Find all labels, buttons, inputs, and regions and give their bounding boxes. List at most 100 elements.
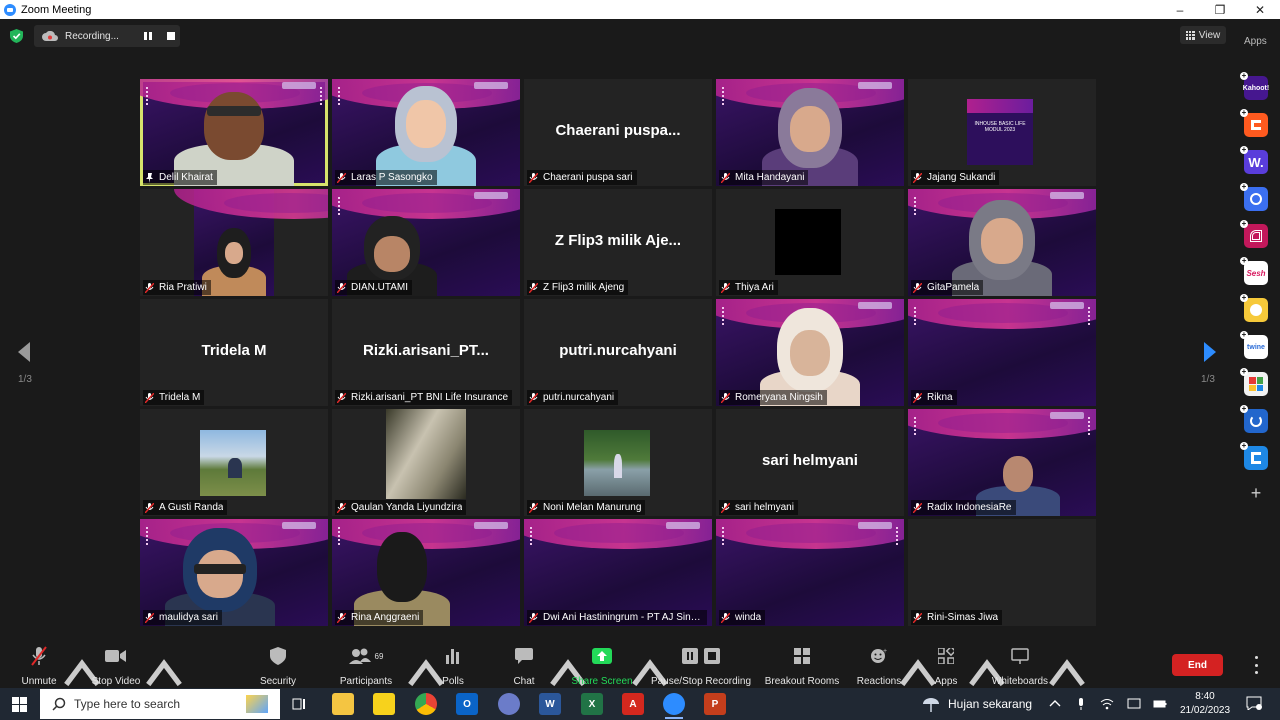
twine-icon[interactable]: + twine — [1240, 331, 1268, 359]
polls-button[interactable]: Polls — [436, 646, 470, 688]
powerpoint-icon[interactable]: P — [704, 693, 726, 715]
apps-button[interactable]: Apps — [930, 646, 962, 688]
minimize-button[interactable]: – — [1160, 0, 1200, 19]
zoom-taskbar-icon[interactable] — [663, 693, 685, 719]
kahoot-icon[interactable]: + Kahoot! — [1240, 72, 1269, 100]
next-page-arrow-icon[interactable] — [1202, 340, 1218, 364]
video-tile[interactable]: Laras P Sasongko — [332, 79, 520, 186]
video-tile[interactable]: Tridela M Tridela M — [140, 299, 328, 406]
video-tile[interactable]: DIAN.UTAMI — [332, 189, 520, 296]
task-view-icon[interactable] — [290, 693, 308, 715]
pause-stop-recording-button[interactable]: Pause/Stop Recording — [650, 646, 752, 688]
title-bar: Zoom Meeting – ❐ ✕ — [0, 0, 1280, 19]
end-meeting-button[interactable]: End — [1172, 654, 1223, 676]
file-explorer-icon[interactable] — [332, 693, 354, 715]
muted-mic-icon — [337, 172, 346, 183]
video-tile[interactable]: Rikna — [908, 299, 1096, 406]
view-label: View — [1198, 29, 1221, 41]
participants-button[interactable]: 69 Participants — [336, 646, 396, 688]
video-tile[interactable]: Radix IndonesiaRe — [908, 409, 1096, 516]
smile-app-icon[interactable]: + — [1240, 294, 1268, 322]
video-tile[interactable]: GitaPamela — [908, 189, 1096, 296]
sticky-notes-icon[interactable] — [373, 693, 395, 715]
smiley-icon: + — [871, 648, 887, 663]
system-clock[interactable]: 8:40 21/02/2023 — [1180, 690, 1230, 718]
sync-app-icon[interactable]: + — [1240, 405, 1268, 433]
share-screen-icon — [592, 648, 612, 664]
video-tile[interactable]: Rini-Simas Jiwa — [908, 519, 1096, 626]
pause-recording-button[interactable] — [144, 32, 152, 40]
security-shield-icon[interactable] — [10, 29, 23, 43]
zoom-window: Zoom Meeting – ❐ ✕ Recording... View App… — [0, 0, 1280, 720]
sesh-icon[interactable]: + Sesh — [1240, 257, 1268, 285]
stop-recording-button[interactable] — [167, 32, 175, 40]
video-tile[interactable]: Qaulan Yanda Liyundzira — [332, 409, 520, 516]
video-tile[interactable]: Ria Pratiwi — [140, 189, 328, 296]
zoom-logo-icon — [4, 3, 16, 16]
muted-mic-icon — [721, 392, 730, 403]
outlook-icon[interactable]: O — [456, 693, 478, 715]
unmute-button[interactable]: Unmute — [14, 646, 64, 688]
muted-mic-icon — [31, 646, 47, 666]
video-tile[interactable]: sari helmyani sari helmyani — [716, 409, 904, 516]
previous-page-arrow-icon[interactable] — [16, 340, 32, 364]
video-tile[interactable]: putri.nurcahyani putri.nurcahyani — [524, 299, 712, 406]
weather-widget[interactable]: Hujan sekarang — [922, 695, 1032, 713]
reactions-button[interactable]: + Reactions — [856, 646, 902, 688]
video-tile[interactable]: winda — [716, 519, 904, 626]
video-tile[interactable]: Romeryana Ningsih — [716, 299, 904, 406]
video-tile[interactable]: Rizki.arisani_PT... Rizki.arisani_PT BNI… — [332, 299, 520, 406]
add-app-icon[interactable]: + — [1244, 483, 1268, 504]
close-button[interactable]: ✕ — [1240, 0, 1280, 19]
battery-icon[interactable] — [1153, 697, 1167, 711]
participant-name-tag: Rina Anggraeni — [335, 610, 424, 625]
blue-circle-app-icon[interactable]: + — [1240, 183, 1268, 211]
view-button[interactable]: View — [1180, 26, 1226, 44]
excel-icon[interactable]: X — [581, 693, 603, 715]
pink-app-icon[interactable]: + — [1240, 220, 1268, 248]
blue-app-icon[interactable]: + — [1240, 442, 1268, 470]
video-tile[interactable]: Delil Khairat — [140, 79, 328, 186]
profile-photo — [200, 430, 266, 496]
grid-app-icon[interactable]: + — [1240, 368, 1268, 396]
stop-video-button[interactable]: Stop Video — [88, 646, 144, 688]
more-options-icon[interactable] — [1252, 656, 1260, 674]
maximize-button[interactable]: ❐ — [1200, 0, 1240, 19]
video-tile[interactable]: Thiya Ari — [716, 189, 904, 296]
windows-start-icon[interactable] — [12, 697, 27, 712]
wooclap-icon[interactable]: + W. — [1240, 146, 1268, 174]
chevron-up-icon[interactable] — [1048, 697, 1062, 711]
participant-name-tag: Qaulan Yanda Liyundzira — [335, 500, 467, 515]
video-tile[interactable]: Mita Handayani — [716, 79, 904, 186]
word-icon[interactable]: W — [539, 693, 561, 715]
muted-mic-icon — [145, 612, 154, 623]
wifi-icon[interactable] — [1100, 697, 1114, 711]
whiteboards-button[interactable]: Whiteboards — [988, 646, 1052, 688]
participant-name-tag: Ria Pratiwi — [143, 280, 211, 295]
orange-app-icon[interactable]: + — [1240, 109, 1268, 137]
video-tile[interactable]: INHOUSE BASIC LIFE MODUL 2023 Jajang Suk… — [908, 79, 1096, 186]
share-screen-button[interactable]: Share Screen — [570, 646, 634, 688]
notification-icon[interactable] — [1246, 696, 1262, 710]
acrobat-icon[interactable]: A — [622, 693, 644, 715]
muted-mic-icon — [337, 612, 346, 623]
video-tile[interactable]: maulidya sari — [140, 519, 328, 626]
microphone-icon[interactable] — [1074, 697, 1088, 711]
security-button[interactable]: Security — [254, 646, 302, 688]
video-tile[interactable]: Noni Melan Manurung — [524, 409, 712, 516]
participant-name-tag: Rikna — [911, 390, 957, 405]
breakout-rooms-button[interactable]: Breakout Rooms — [764, 646, 840, 688]
muted-mic-icon — [913, 392, 922, 403]
taskbar-search-box[interactable]: Type here to search — [40, 689, 280, 719]
video-tile[interactable]: A Gusti Randa — [140, 409, 328, 516]
chrome-icon[interactable] — [415, 693, 437, 715]
video-tile[interactable]: Chaerani puspa... Chaerani puspa sari — [524, 79, 712, 186]
muted-mic-icon — [337, 282, 346, 293]
app-icon[interactable] — [498, 693, 520, 715]
video-tile[interactable]: Z Flip3 milik Aje... Z Flip3 milik Ajeng — [524, 189, 712, 296]
video-tile[interactable]: Rina Anggraeni — [332, 519, 520, 626]
display-icon[interactable] — [1127, 697, 1141, 711]
svg-text:+: + — [883, 648, 887, 655]
chat-button[interactable]: Chat — [509, 646, 539, 688]
video-tile[interactable]: Dwi Ani Hastiningrum - PT AJ Sina... — [524, 519, 712, 626]
